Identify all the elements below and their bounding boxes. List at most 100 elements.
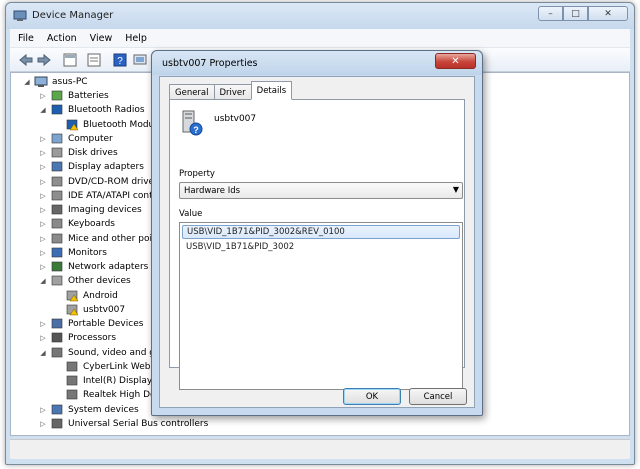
camera-icon xyxy=(51,204,63,215)
expand-arrow[interactable]: ▷ xyxy=(39,249,47,257)
tree-item[interactable]: ▷ Portable Devices xyxy=(39,317,143,331)
property-select[interactable]: Hardware Ids ▼ xyxy=(179,182,463,199)
expand-arrow[interactable]: ▷ xyxy=(39,92,47,100)
ok-button[interactable]: OK xyxy=(343,388,401,405)
unknown-device-icon: ? xyxy=(182,110,203,136)
tree-item[interactable]: Bluetooth Module xyxy=(54,118,162,132)
menu-action[interactable]: Action xyxy=(47,33,77,44)
svg-text:?: ? xyxy=(193,125,199,135)
tree-item[interactable]: ▷ IDE ATA/ATAPI contro xyxy=(39,189,162,203)
portable-icon xyxy=(51,318,63,329)
expand-arrow[interactable]: ▷ xyxy=(39,420,47,428)
properties-dialog: usbtv007 Properties ✕ General Driver Det… xyxy=(151,50,483,416)
tree-item[interactable]: ▷ DVD/CD-ROM drives xyxy=(39,175,159,189)
tree-item-label: Bluetooth Radios xyxy=(68,105,145,116)
value-listbox[interactable]: USB\VID_1B71&PID_3002&REV_0100 USB\VID_1… xyxy=(179,222,463,390)
tree-item[interactable]: ▷ Computer xyxy=(39,132,113,146)
tree-item[interactable]: ▷ Mice and other pointin xyxy=(39,232,169,246)
close-button[interactable]: ✕ xyxy=(588,6,628,21)
tree-item[interactable]: ▷ Monitors xyxy=(39,246,107,260)
menu-file[interactable]: File xyxy=(18,33,34,44)
value-item-selected[interactable]: USB\VID_1B71&PID_3002&REV_0100 xyxy=(182,225,460,239)
tree-item[interactable]: CyberLink WebCar xyxy=(54,360,166,374)
device-manager-icon xyxy=(13,10,27,21)
keyboard-icon xyxy=(51,218,63,229)
cancel-button[interactable]: Cancel xyxy=(409,388,467,405)
tree-item[interactable]: Android xyxy=(54,289,118,303)
menu-bar: File Action View Help xyxy=(10,29,630,48)
value-item[interactable]: USB\VID_1B71&PID_3002 xyxy=(182,240,460,254)
tab-strip: General Driver Details xyxy=(169,81,293,100)
forward-arrow-icon[interactable] xyxy=(36,52,52,68)
tree-item[interactable]: ◢ Sound, video and gam xyxy=(39,346,169,360)
expand-arrow[interactable]: ◢ xyxy=(23,78,31,86)
tab-details[interactable]: Details xyxy=(250,81,293,100)
collapse-arrow[interactable]: ◢ xyxy=(39,349,47,357)
expand-arrow[interactable]: ▷ xyxy=(39,163,47,171)
tree-item[interactable]: ▷ Keyboards xyxy=(39,217,115,231)
usb-icon xyxy=(51,418,63,429)
speaker-icon xyxy=(51,347,63,357)
tree-item[interactable]: ◢ Bluetooth Radios xyxy=(39,103,145,117)
tree-item-label: Disk drives xyxy=(68,148,118,158)
tree-root-label: asus-PC xyxy=(52,77,88,87)
tree-item[interactable]: ▷ Batteries xyxy=(39,89,109,103)
network-icon xyxy=(51,261,63,272)
property-select-value: Hardware Ids xyxy=(184,186,241,196)
title-bar[interactable]: Device Manager – □ ✕ xyxy=(6,3,634,29)
maximize-button[interactable]: □ xyxy=(563,6,588,21)
expand-arrow[interactable]: ▷ xyxy=(39,320,47,328)
tree-item[interactable]: Realtek High Defin xyxy=(54,388,167,402)
tree-item-label: Network adapters xyxy=(68,262,149,272)
properties-icon[interactable] xyxy=(86,52,102,68)
tree-item[interactable]: ▷ System devices xyxy=(39,403,139,417)
tree-item[interactable]: ◢ Other devices xyxy=(39,274,131,288)
scan-hardware-icon[interactable] xyxy=(132,52,148,68)
tree-item[interactable]: usbtv007 xyxy=(54,303,125,317)
dialog-body: General Driver Details ? usbtv007 Proper… xyxy=(159,76,475,408)
tree-item[interactable]: ▷ Universal Serial Bus controllers xyxy=(39,417,208,431)
expand-arrow[interactable]: ▷ xyxy=(39,206,47,214)
tree-item-label: Display adapters xyxy=(68,162,144,173)
chevron-down-icon[interactable]: ▼ xyxy=(453,185,459,194)
expand-arrow[interactable]: ▷ xyxy=(39,149,47,157)
expand-arrow[interactable]: ▷ xyxy=(39,192,47,200)
dialog-title: usbtv007 Properties xyxy=(162,58,258,69)
status-bar xyxy=(10,439,630,459)
expand-arrow[interactable]: ▷ xyxy=(39,235,47,243)
menu-help[interactable]: Help xyxy=(125,33,147,44)
expand-arrow[interactable]: ▷ xyxy=(39,220,47,228)
warning-device-icon xyxy=(66,304,79,315)
expand-arrow[interactable]: ▷ xyxy=(39,263,47,271)
minimize-button[interactable]: – xyxy=(538,6,563,21)
back-arrow-icon[interactable] xyxy=(18,52,34,68)
collapse-arrow[interactable]: ◢ xyxy=(39,106,47,114)
tab-general[interactable]: General xyxy=(169,84,215,100)
expand-arrow[interactable]: ▷ xyxy=(39,178,47,186)
expand-arrow[interactable]: ▷ xyxy=(39,135,47,143)
dialog-close-button[interactable]: ✕ xyxy=(435,53,476,69)
mouse-icon xyxy=(51,233,63,243)
menu-view[interactable]: View xyxy=(90,33,113,44)
tree-item-label: DVD/CD-ROM drives xyxy=(68,176,159,187)
tree-item[interactable]: ▷ Disk drives xyxy=(39,146,118,160)
expand-arrow[interactable]: ▷ xyxy=(39,334,47,342)
tree-item-label: Computer xyxy=(68,133,113,144)
tree-item[interactable]: ▷ Display adapters xyxy=(39,160,144,174)
show-hide-tree-icon[interactable] xyxy=(62,52,78,68)
expand-arrow[interactable]: ▷ xyxy=(39,406,47,414)
speaker-icon xyxy=(66,361,78,372)
tab-driver[interactable]: Driver xyxy=(213,84,252,100)
tree-item[interactable]: ▷ Network adapters xyxy=(39,260,148,274)
monitor-icon xyxy=(51,247,63,258)
details-panel: ? usbtv007 Property Hardware Ids ▼ Value… xyxy=(169,99,465,390)
dvd-icon xyxy=(51,176,63,186)
help-icon[interactable]: ? xyxy=(112,52,128,68)
dialog-title-bar[interactable]: usbtv007 Properties ✕ xyxy=(152,51,482,75)
tree-item[interactable]: ▷ Imaging devices xyxy=(39,203,142,217)
value-label: Value xyxy=(179,209,203,219)
tree-root[interactable]: ◢ asus-PC xyxy=(23,75,88,89)
tree-item-label: Processors xyxy=(68,333,117,344)
tree-item[interactable]: ▷ Processors xyxy=(39,331,116,345)
collapse-arrow[interactable]: ◢ xyxy=(39,277,47,285)
